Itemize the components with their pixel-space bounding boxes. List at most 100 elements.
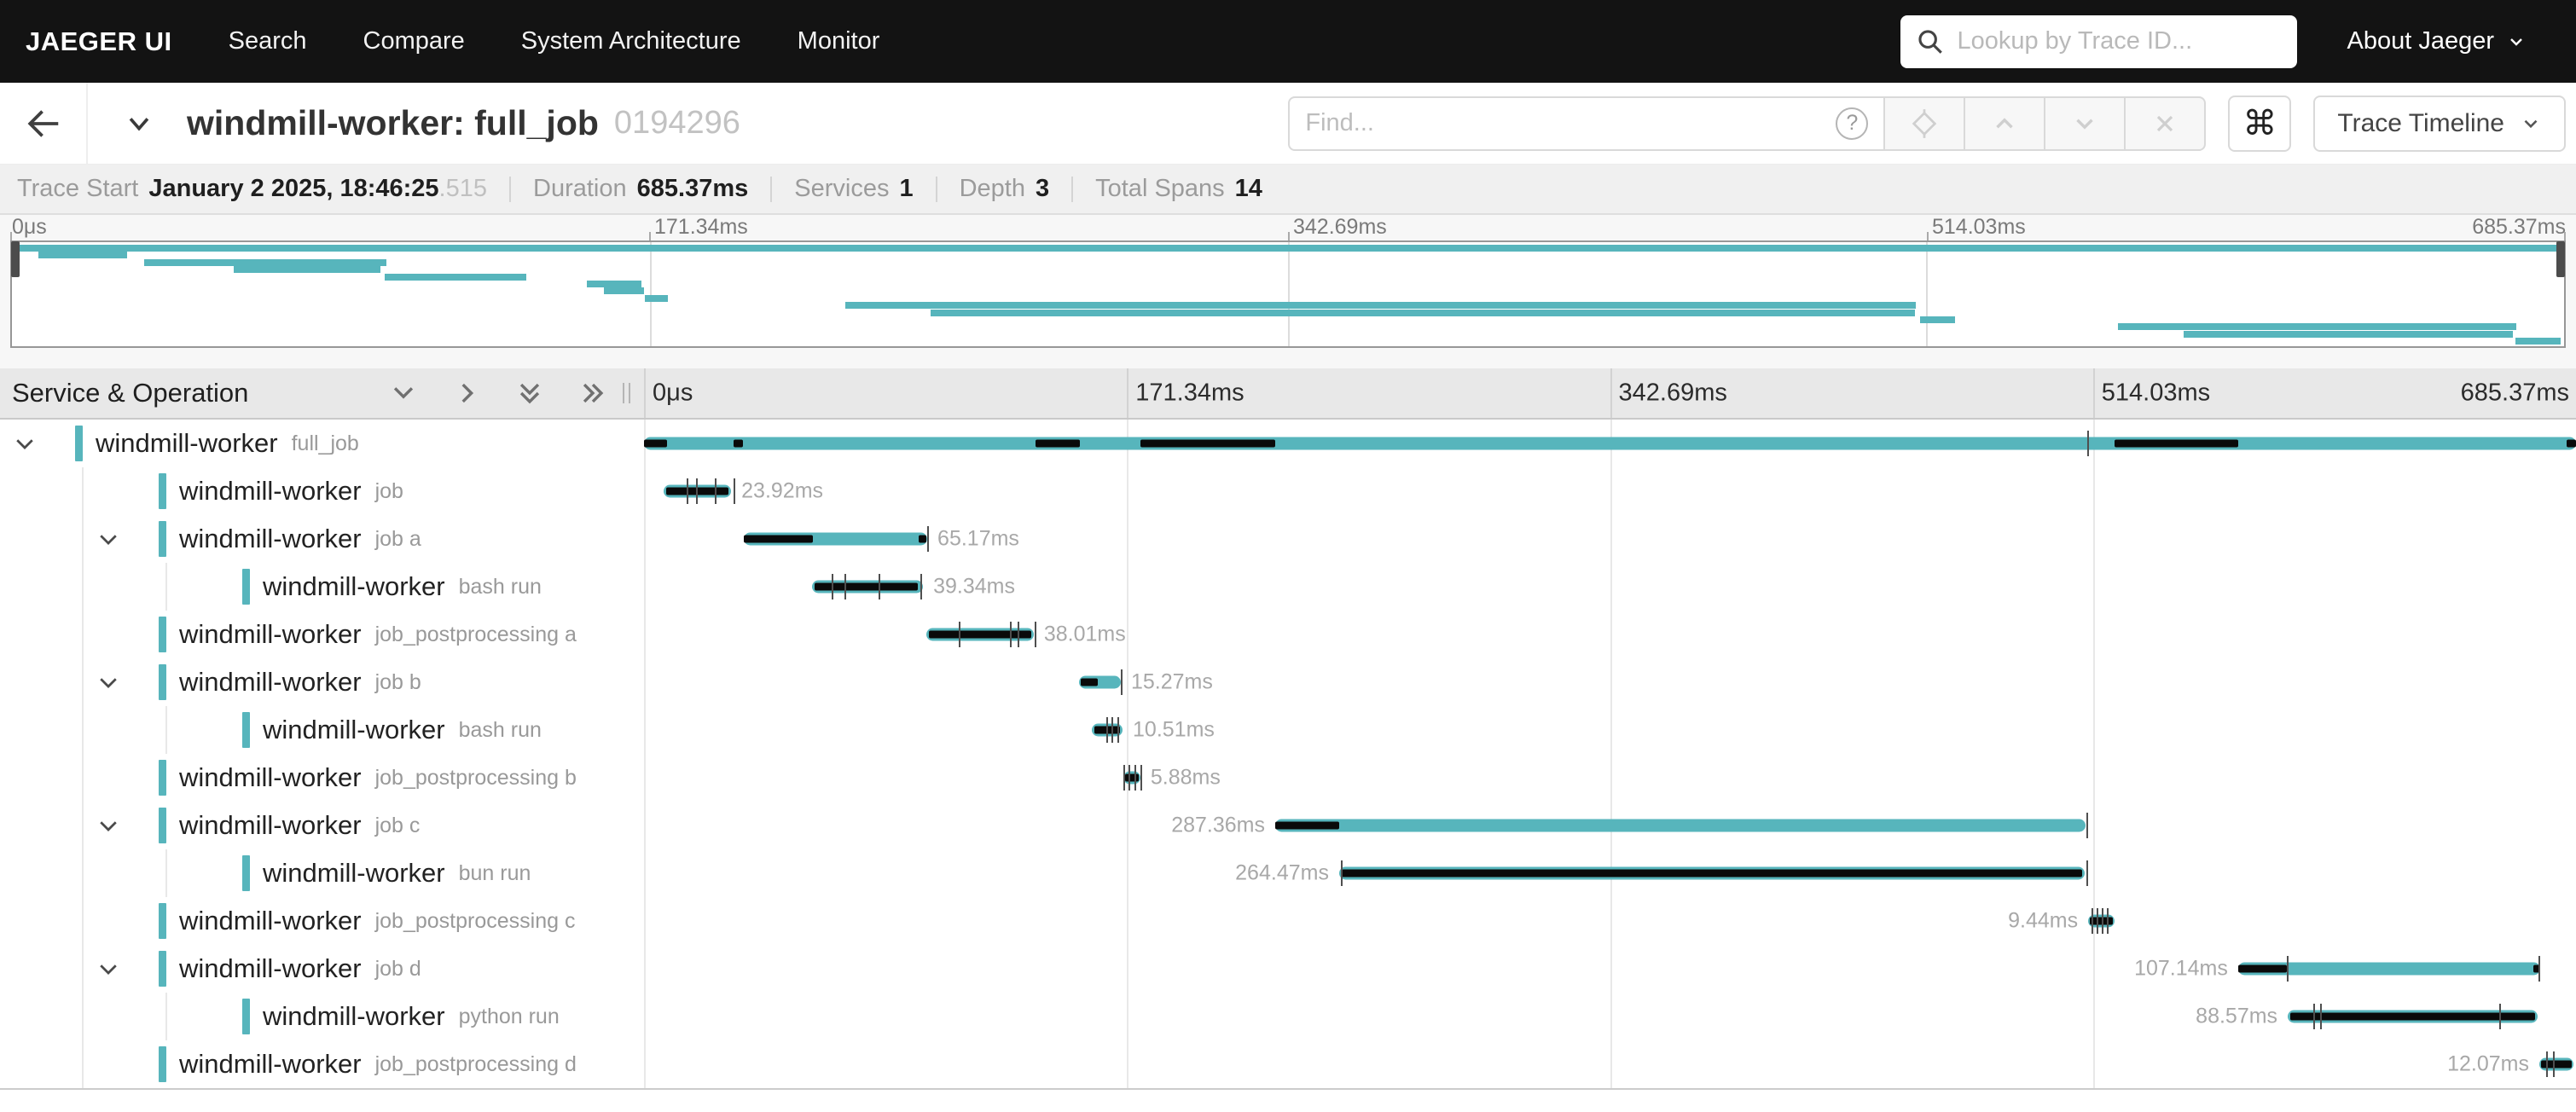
nav-item-compare[interactable]: Compare: [363, 27, 465, 55]
trace-id-lookup-placeholder: Lookup by Trace ID...: [1957, 27, 2192, 55]
span-name-cell[interactable]: windmill-workerjob a: [0, 515, 644, 563]
span-timeline-cell[interactable]: 65.17ms: [644, 515, 2576, 563]
timeline-header-gridline: [2093, 368, 2095, 418]
minimap-canvas[interactable]: [10, 240, 2566, 348]
find-input[interactable]: Find... ?: [1288, 96, 1885, 151]
span-collapse-chevron-icon[interactable]: [96, 526, 121, 552]
span-row-job-postprocessing-a[interactable]: windmill-workerjob_postprocessing a38.01…: [0, 611, 2576, 658]
about-jaeger-menu[interactable]: About Jaeger: [2347, 27, 2527, 55]
nav-item-search[interactable]: Search: [229, 27, 307, 55]
app-brand[interactable]: JAEGER UI: [26, 26, 172, 57]
trace-view-selector[interactable]: Trace Timeline: [2313, 96, 2566, 152]
service-color-strip: [242, 999, 250, 1034]
back-button[interactable]: [0, 83, 88, 164]
chevron-down-icon: [2520, 113, 2542, 135]
span-name-cell[interactable]: windmill-workerbun run: [0, 849, 644, 897]
timeline-header-gridline: [644, 368, 646, 418]
trace-start-label: Trace Start: [17, 175, 138, 203]
span-child-segment: [2238, 965, 2287, 973]
span-row-job-postprocessing-b[interactable]: windmill-workerjob_postprocessing b5.88m…: [0, 754, 2576, 802]
focus-span-button[interactable]: [1885, 96, 1965, 151]
span-child-segment: [815, 583, 918, 591]
trace-collapse-toggle[interactable]: [120, 109, 158, 138]
expand-all-icon[interactable]: [578, 379, 607, 408]
span-timeline-cell[interactable]: 15.27ms: [644, 658, 2576, 706]
span-row-full-job[interactable]: windmill-workerfull_job: [0, 420, 2576, 467]
viewport-handle-right[interactable]: [2556, 241, 2565, 277]
span-row-bash-run[interactable]: windmill-workerbash run39.34ms: [0, 563, 2576, 611]
span-timeline-cell[interactable]: 39.34ms: [644, 563, 2576, 611]
span-row-job-d[interactable]: windmill-workerjob d107.14ms: [0, 945, 2576, 993]
span-name-cell[interactable]: windmill-workerjob c: [0, 802, 644, 849]
span-timeline-cell[interactable]: 88.57ms: [644, 993, 2576, 1040]
clear-find-button[interactable]: [2126, 96, 2206, 151]
indent-guide: [165, 706, 167, 754]
span-name-cell[interactable]: windmill-workerjob: [0, 467, 644, 515]
span-log-tick: [1106, 717, 1108, 743]
span-row-python-run[interactable]: windmill-workerpython run88.57ms: [0, 993, 2576, 1040]
span-timeline-cell[interactable]: 38.01ms: [644, 611, 2576, 658]
arrow-left-icon: [24, 104, 63, 143]
span-timeline-cell[interactable]: [644, 420, 2576, 467]
span-name-cell[interactable]: windmill-workerjob_postprocessing d: [0, 1040, 644, 1088]
span-timeline-cell[interactable]: 12.07ms: [644, 1040, 2576, 1088]
span-child-segment: [1125, 774, 1139, 782]
service-color-strip: [159, 617, 166, 652]
span-row-job-b[interactable]: windmill-workerjob b15.27ms: [0, 658, 2576, 706]
span-row-bash-run[interactable]: windmill-workerbash run10.51ms: [0, 706, 2576, 754]
nav-item-monitor[interactable]: Monitor: [798, 27, 880, 55]
span-child-segment: [734, 440, 743, 448]
trace-id-lookup-input[interactable]: Lookup by Trace ID...: [1900, 15, 2297, 68]
viewport-handle-left[interactable]: [11, 241, 20, 277]
span-timeline-cell[interactable]: 23.92ms: [644, 467, 2576, 515]
span-row-job-c[interactable]: windmill-workerjob c287.36ms: [0, 802, 2576, 849]
span-row-job-postprocessing-c[interactable]: windmill-workerjob_postprocessing c9.44m…: [0, 897, 2576, 945]
column-resize-handle[interactable]: [623, 383, 630, 403]
trace-title: windmill-worker: full_job: [187, 103, 599, 143]
find-next-button[interactable]: [2045, 96, 2126, 151]
keyboard-shortcuts-button[interactable]: ⌘: [2228, 96, 2291, 152]
span-collapse-chevron-icon[interactable]: [96, 813, 121, 838]
total-spans-value: 14: [1235, 175, 1262, 203]
span-collapse-chevron-icon[interactable]: [96, 956, 121, 982]
span-name-cell[interactable]: windmill-workerbash run: [0, 563, 644, 611]
span-name-cell[interactable]: windmill-workerjob b: [0, 658, 644, 706]
collapse-one-icon[interactable]: [389, 379, 418, 408]
expand-one-icon[interactable]: [452, 379, 481, 408]
timeline-axis-label: 514.03ms: [2102, 379, 2210, 408]
span-row-job-a[interactable]: windmill-workerjob a65.17ms: [0, 515, 2576, 563]
span-name-cell[interactable]: windmill-workerpython run: [0, 993, 644, 1040]
service-color-strip: [242, 712, 250, 748]
span-name-cell[interactable]: windmill-workerfull_job: [0, 420, 644, 467]
service-name: windmill-worker: [179, 906, 362, 936]
span-timeline-cell[interactable]: 10.51ms: [644, 706, 2576, 754]
span-timeline-cell[interactable]: 107.14ms: [644, 945, 2576, 993]
span-bar[interactable]: [1275, 820, 2086, 832]
collapse-all-icon[interactable]: [515, 379, 544, 408]
minimap-span-bar: [587, 281, 642, 287]
find-prev-button[interactable]: [1965, 96, 2045, 151]
span-name-cell[interactable]: windmill-workerjob_postprocessing c: [0, 897, 644, 945]
span-duration-label: 12.07ms: [2447, 1052, 2529, 1077]
span-timeline-cell[interactable]: 5.88ms: [644, 754, 2576, 802]
span-name-cell[interactable]: windmill-workerjob d: [0, 945, 644, 993]
span-row-bun-run[interactable]: windmill-workerbun run264.47ms: [0, 849, 2576, 897]
span-name-cell[interactable]: windmill-workerjob_postprocessing b: [0, 754, 644, 802]
span-row-job[interactable]: windmill-workerjob23.92ms: [0, 467, 2576, 515]
depth-value: 3: [1036, 175, 1049, 203]
services-label: Services: [794, 175, 889, 203]
span-timeline-cell[interactable]: 264.47ms: [644, 849, 2576, 897]
help-icon[interactable]: ?: [1836, 107, 1868, 140]
span-row-job-postprocessing-d[interactable]: windmill-workerjob_postprocessing d 12.07…: [0, 1040, 2576, 1088]
span-name-cell[interactable]: windmill-workerbash run: [0, 706, 644, 754]
minimap-span-bar: [1920, 316, 1955, 323]
span-bar[interactable]: [644, 437, 2576, 450]
nav-item-system-architecture[interactable]: System Architecture: [521, 27, 741, 55]
span-timeline-cell[interactable]: 287.36ms: [644, 802, 2576, 849]
span-collapse-chevron-icon[interactable]: [12, 431, 38, 456]
span-timeline-cell[interactable]: 9.44ms: [644, 897, 2576, 945]
trace-id-short: 0194296: [614, 105, 740, 142]
span-name-cell[interactable]: windmill-workerjob_postprocessing a: [0, 611, 644, 658]
span-collapse-chevron-icon[interactable]: [96, 669, 121, 695]
span-log-tick: [879, 574, 880, 599]
